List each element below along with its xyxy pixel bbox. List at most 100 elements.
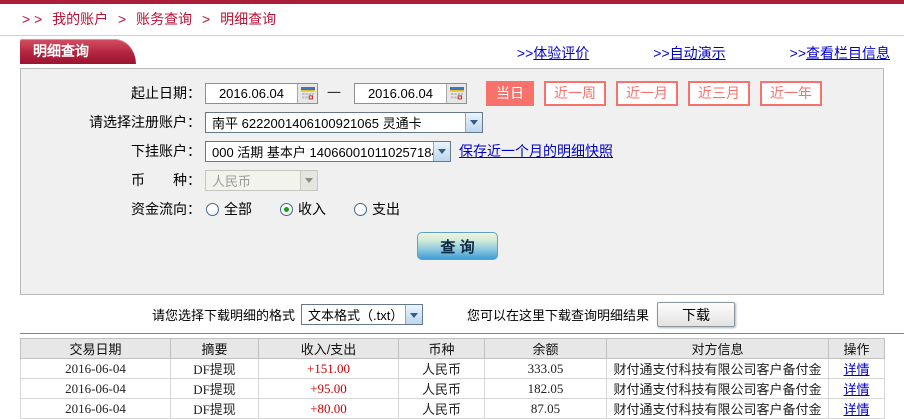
breadcrumb-prefix: > > [22, 11, 42, 27]
save-monthly-snapshot-link[interactable]: 保存近一个月的明细快照 [459, 141, 613, 161]
registered-account-select[interactable]: 南平 6222001406100921065 灵通卡 [205, 112, 483, 133]
cell-action: 详情 [829, 379, 885, 399]
radio-all[interactable] [206, 203, 219, 216]
link-arrows: >> [653, 45, 669, 61]
detail-link[interactable]: 详情 [843, 362, 869, 377]
registered-account-label: 请选择注册账户： [21, 112, 201, 132]
cell-action: 详情 [829, 399, 885, 419]
link-label: 查看栏目信息 [806, 45, 890, 61]
currency-label: 币 种： [21, 170, 201, 190]
chevron-down-icon [405, 305, 422, 324]
cell-trade-date: 2016-06-04 [21, 399, 171, 419]
cell-counterparty: 财付通支付科技有限公司客户备付金 [607, 359, 829, 379]
date-range-row: 起止日期： 2016.06.04 一 201 [21, 82, 883, 104]
fund-flow-row: 资金流向： 全部 收入 支出 [21, 198, 883, 220]
cell-balance: 333.05 [485, 359, 607, 379]
link-arrows: >> [790, 45, 806, 61]
chevron-down-icon [465, 113, 482, 132]
cell-amount: +151.00 [259, 359, 399, 379]
breadcrumb-item-detail-query[interactable]: 明细查询 [220, 11, 276, 27]
cell-summary: DF提现 [171, 399, 259, 419]
date-from-input[interactable]: 2016.06.04 [205, 83, 318, 104]
currency-value: 人民币 [206, 171, 300, 190]
cell-amount: +95.00 [259, 379, 399, 399]
cell-action: 详情 [829, 359, 885, 379]
table-row: 2016-06-04 DF提现 +151.00 人民币 333.05 财付通支付… [21, 359, 885, 379]
quick-range-quarter-button[interactable]: 近三月 [688, 81, 750, 106]
calendar-icon[interactable] [446, 84, 466, 103]
radio-expense-label[interactable]: 支出 [372, 199, 400, 219]
col-header-trade-date: 交易日期 [21, 339, 171, 359]
detail-link[interactable]: 详情 [843, 382, 869, 397]
col-header-action: 操作 [829, 339, 885, 359]
radio-expense[interactable] [354, 203, 367, 216]
fund-flow-radio-group: 全部 收入 支出 [206, 199, 428, 219]
link-auto-demo[interactable]: >>自动演示 [653, 43, 725, 63]
table-row: 2016-06-04 DF提现 +95.00 人民币 182.05 财付通支付科… [21, 379, 885, 399]
cell-trade-date: 2016-06-04 [21, 379, 171, 399]
link-label: 自动演示 [670, 45, 726, 61]
cell-currency: 人民币 [399, 359, 485, 379]
link-arrows: >> [517, 45, 533, 61]
quick-range-month-button[interactable]: 近一月 [616, 81, 678, 106]
link-view-column-info[interactable]: >>查看栏目信息 [790, 43, 890, 63]
tab-detail-query[interactable]: 明细查询 [20, 39, 136, 64]
tab-title: 明细查询 [33, 43, 89, 59]
radio-income[interactable] [280, 203, 293, 216]
date-from-value: 2016.06.04 [206, 86, 297, 101]
quick-range-today-button[interactable]: 当日 [486, 81, 534, 106]
fund-flow-label: 资金流向： [21, 199, 201, 219]
cell-currency: 人民币 [399, 379, 485, 399]
quick-range-year-button[interactable]: 近一年 [760, 81, 822, 106]
chevron-down-icon [433, 142, 450, 161]
date-to-input[interactable]: 2016.06.04 [354, 83, 467, 104]
breadcrumb-separator: > [202, 11, 210, 27]
transactions-table: 交易日期 摘要 收入/支出 币种 余额 对方信息 操作 2016-06-04 D… [20, 338, 885, 419]
cell-summary: DF提现 [171, 359, 259, 379]
table-row: 2016-06-04 DF提现 +80.00 人民币 87.05 财付通支付科技… [21, 399, 885, 419]
tab-row: 明细查询 >>体验评价 >>自动演示 >>查看栏目信息 [0, 38, 904, 65]
breadcrumb-item-account-query[interactable]: 账务查询 [136, 11, 192, 27]
calendar-icon-glyph [301, 87, 315, 100]
cell-summary: DF提现 [171, 379, 259, 399]
detail-link[interactable]: 详情 [843, 402, 869, 417]
col-header-amount: 收入/支出 [259, 339, 399, 359]
calendar-icon[interactable] [297, 84, 317, 103]
link-experience-rating[interactable]: >>体验评价 [517, 43, 589, 63]
radio-all-label[interactable]: 全部 [224, 199, 252, 219]
sub-account-row: 下挂账户： 000 活期 基本户 1406600101102571848 保存近… [21, 140, 883, 162]
quick-range-week-button[interactable]: 近一周 [544, 81, 606, 106]
breadcrumb: > > 我的账户 > 账务查询 > 明细查询 [0, 4, 904, 36]
sub-account-select[interactable]: 000 活期 基本户 1406600101102571848 [205, 141, 451, 162]
link-label: 体验评价 [533, 45, 589, 61]
date-to-value: 2016.06.04 [355, 86, 446, 101]
download-format-select[interactable]: 文本格式（.txt） [301, 304, 423, 325]
sub-account-label: 下挂账户： [21, 141, 201, 161]
col-header-balance: 余额 [485, 339, 607, 359]
cell-counterparty: 财付通支付科技有限公司客户备付金 [607, 379, 829, 399]
download-hint: 您可以在这里下载查询明细结果 [467, 305, 649, 324]
page: > > 我的账户 > 账务查询 > 明细查询 明细查询 >>体验评价 >>自动演… [0, 0, 904, 419]
calendar-icon-glyph [450, 87, 464, 100]
cell-currency: 人民币 [399, 399, 485, 419]
red-divider [20, 333, 904, 334]
cell-balance: 87.05 [485, 399, 607, 419]
download-format-value: 文本格式（.txt） [302, 305, 405, 324]
download-row: 请您选择下载明细的格式 文本格式（.txt） 您可以在这里下载查询明细结果 下载 [0, 295, 904, 333]
breadcrumb-separator: > [118, 11, 126, 27]
registered-account-value: 南平 6222001406100921065 灵通卡 [206, 113, 465, 132]
download-format-label: 请您选择下载明细的格式 [152, 305, 295, 324]
cell-counterparty: 财付通支付科技有限公司客户备付金 [607, 399, 829, 419]
query-button[interactable]: 查 询 [417, 232, 498, 260]
breadcrumb-item-my-account[interactable]: 我的账户 [52, 11, 108, 27]
cell-amount: +80.00 [259, 399, 399, 419]
col-header-summary: 摘要 [171, 339, 259, 359]
col-header-currency: 币种 [399, 339, 485, 359]
cell-balance: 182.05 [485, 379, 607, 399]
col-header-counterparty: 对方信息 [607, 339, 829, 359]
download-button[interactable]: 下载 [657, 302, 735, 327]
currency-row: 币 种： 人民币 [21, 169, 883, 191]
chevron-down-icon [300, 171, 317, 190]
header-links: >>体验评价 >>自动演示 >>查看栏目信息 [517, 43, 890, 63]
radio-income-label[interactable]: 收入 [298, 199, 326, 219]
